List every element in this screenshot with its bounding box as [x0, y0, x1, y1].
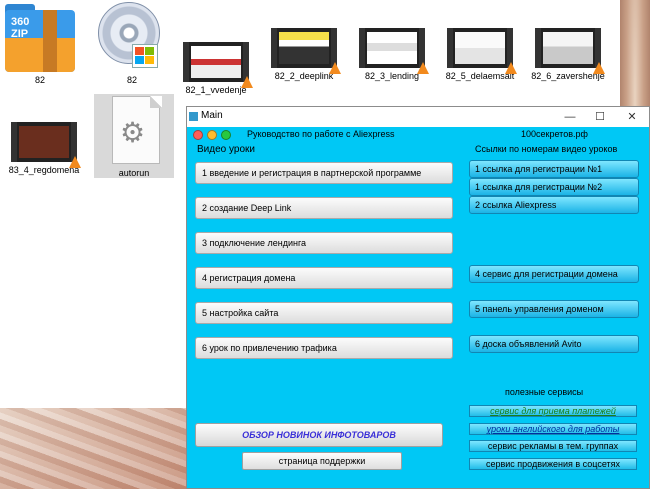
desktop-icon-video-3[interactable]: 82_3_lending: [352, 28, 432, 81]
service-social-button[interactable]: сервис продвижения в соцсетях: [469, 458, 637, 470]
lesson-button-1[interactable]: 1 введение и регистрация в партнерской п…: [195, 162, 453, 184]
settings-file-icon: ⚙: [106, 96, 162, 168]
video-file-icon: [11, 122, 81, 168]
lesson-button-2[interactable]: 2 создание Deep Link: [195, 197, 453, 219]
link-button-register-1[interactable]: 1 ссылка для регистрации №1: [469, 160, 639, 178]
main-window: Main — ☐ ✕ Руководство по работе с Aliex…: [186, 106, 650, 489]
maximize-button[interactable]: ☐: [585, 109, 615, 125]
desktop-icon-zip-archive[interactable]: 360 ZIP 82: [0, 0, 80, 85]
desktop-icon-video-4[interactable]: 83_4_regdomena: [4, 108, 84, 175]
cd-drive-icon: [96, 0, 168, 72]
desktop-icon-video-1[interactable]: 82_1_vvedenje: [176, 28, 256, 95]
desktop-icon-label: 82: [34, 75, 45, 85]
desktop-icon-video-5[interactable]: 82_5_delaemsait: [440, 28, 520, 81]
desktop-wallpaper-bottom: [0, 408, 190, 489]
video-file-icon: [183, 42, 253, 88]
video-file-icon: [271, 28, 341, 74]
lessons-heading: Видео уроки: [197, 144, 255, 155]
lesson-button-3[interactable]: 3 подключение лендинга: [195, 232, 453, 254]
window-titlebar[interactable]: Main — ☐ ✕: [187, 107, 649, 127]
service-payments-button[interactable]: сервис для приема платежей: [469, 405, 637, 417]
desktop-icon-autorun[interactable]: ⚙ autorun: [94, 94, 174, 178]
desktop-icon-label: autorun: [118, 168, 150, 178]
close-button[interactable]: ✕: [617, 109, 647, 125]
link-button-avito[interactable]: 6 доска объявлений Avito: [469, 335, 639, 353]
support-page-button[interactable]: страница поддержки: [242, 452, 402, 470]
lesson-button-4[interactable]: 4 регистрация домена: [195, 267, 453, 289]
link-button-register-2[interactable]: 1 ссылка для регистрации №2: [469, 178, 639, 196]
close-dot-icon[interactable]: [193, 130, 203, 140]
link-button-domain-registration[interactable]: 4 сервис для регистрации домена: [469, 265, 639, 283]
desktop-icon-cd-drive[interactable]: 82: [92, 0, 172, 85]
zip-archive-icon: 360 ZIP: [5, 0, 75, 72]
desktop-icon-video-6[interactable]: 82_6_zavershenje: [528, 28, 608, 81]
zoom-dot-icon[interactable]: [221, 130, 231, 140]
site-name: 100секретов.рф: [521, 129, 588, 139]
services-heading: полезные сервисы: [505, 387, 584, 397]
video-file-icon: [359, 28, 429, 74]
app-header-title: Руководство по работе с Aliexpress: [247, 129, 395, 139]
minimize-button[interactable]: —: [555, 109, 585, 125]
service-ads-button[interactable]: сервис рекламы в тем. группах: [469, 440, 637, 452]
desktop-icon-video-2[interactable]: 82_2_deeplink: [264, 28, 344, 81]
window-title: Main: [201, 110, 223, 121]
links-heading: Ссылки по номерам видео уроков: [475, 144, 618, 154]
infoproducts-review-button[interactable]: ОБЗОР НОВИНОК ИНФОТОВАРОВ: [195, 423, 443, 447]
video-file-icon: [535, 28, 605, 74]
service-english-button[interactable]: уроки английского для работы: [469, 423, 637, 435]
link-button-aliexpress[interactable]: 2 ссылка Aliexpress: [469, 196, 639, 214]
video-file-icon: [447, 28, 517, 74]
minimize-dot-icon[interactable]: [207, 130, 217, 140]
app-icon: [189, 112, 198, 121]
lesson-button-5[interactable]: 5 настройка сайта: [195, 302, 453, 324]
lesson-button-6[interactable]: 6 урок по привлечению трафика: [195, 337, 453, 359]
desktop-icon-label: 82: [126, 75, 137, 85]
link-button-domain-panel[interactable]: 5 панель управления доменом: [469, 300, 639, 318]
